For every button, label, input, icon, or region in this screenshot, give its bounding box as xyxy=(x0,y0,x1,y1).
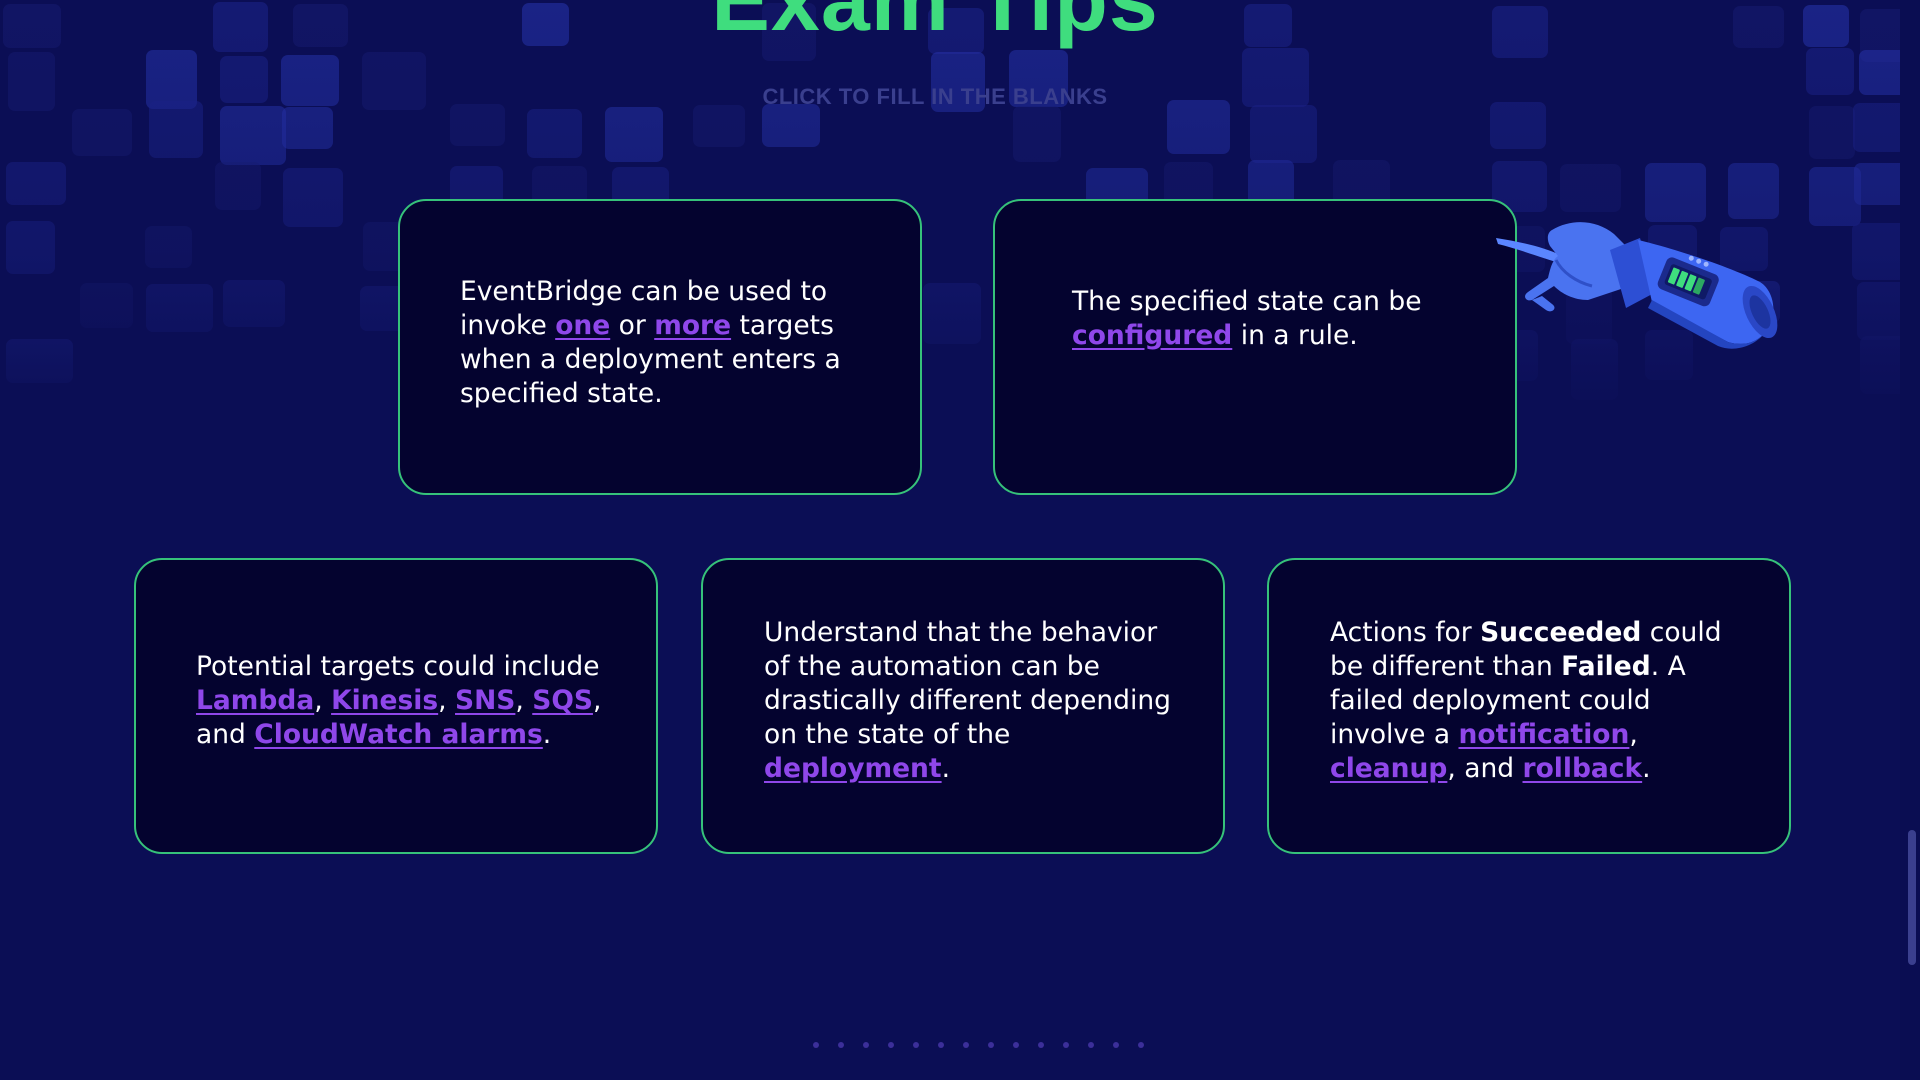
pagination-dot[interactable] xyxy=(888,1042,894,1048)
tip-card-eventbridge-targets[interactable]: EventBridge can be used to invoke one or… xyxy=(398,199,922,495)
pagination-dot[interactable] xyxy=(1113,1042,1119,1048)
background-tile xyxy=(1853,103,1906,152)
background-tile xyxy=(1560,164,1621,212)
pagination-dot[interactable] xyxy=(988,1042,994,1048)
background-tile xyxy=(215,162,261,210)
tip-text: Actions for xyxy=(1330,617,1481,648)
fill-blank-sns[interactable]: SNS xyxy=(455,685,515,716)
background-tile xyxy=(220,106,286,165)
background-tile xyxy=(450,104,505,146)
background-tile xyxy=(6,339,73,383)
background-tile xyxy=(146,284,213,332)
slide: Exam Tips CLICK TO FILL IN THE BLANKS Ev… xyxy=(0,0,1920,1080)
background-tile xyxy=(1645,163,1706,222)
background-tile xyxy=(1728,163,1779,219)
tip-text: , xyxy=(515,685,533,716)
tip-text: The specified state can be xyxy=(1072,286,1422,317)
pagination-dot[interactable] xyxy=(1063,1042,1069,1048)
tip-text-succeeded: Succeeded xyxy=(1480,617,1642,648)
tip-text: Potential targets could include xyxy=(196,651,600,682)
pagination-dot[interactable] xyxy=(813,1042,819,1048)
background-tile xyxy=(283,168,343,227)
tip-text: . xyxy=(941,753,951,784)
background-tile xyxy=(923,283,981,344)
background-tile xyxy=(1809,106,1855,159)
fill-blank-lambda[interactable]: Lambda xyxy=(196,685,314,716)
fill-blank-kinesis[interactable]: Kinesis xyxy=(331,685,438,716)
tip-card-text: Actions for Succeeded could be different… xyxy=(1330,616,1749,786)
fill-blank-cleanup[interactable]: cleanup xyxy=(1330,753,1447,784)
fill-blank-cloudwatch-alarms[interactable]: CloudWatch alarms xyxy=(254,719,543,750)
tip-text: , xyxy=(1629,719,1638,750)
background-tile xyxy=(762,104,820,147)
page-title: Exam Tips xyxy=(0,0,1870,44)
pagination-dot[interactable] xyxy=(938,1042,944,1048)
background-tile xyxy=(1250,105,1317,163)
pagination-dot[interactable] xyxy=(1038,1042,1044,1048)
fill-blank-configured[interactable]: configured xyxy=(1072,320,1232,351)
fill-blank-rollback[interactable]: rollback xyxy=(1523,753,1643,784)
pagination-dot[interactable] xyxy=(913,1042,919,1048)
page-subtitle: CLICK TO FILL IN THE BLANKS xyxy=(762,84,1108,109)
background-tile xyxy=(605,107,663,162)
background-tile xyxy=(145,226,192,268)
pagination-dot[interactable] xyxy=(1013,1042,1019,1048)
background-tile xyxy=(72,109,132,156)
tip-card-succeeded-failed[interactable]: Actions for Succeeded could be different… xyxy=(1267,558,1791,854)
pagination-dot[interactable] xyxy=(863,1042,869,1048)
pagination-dots xyxy=(813,1042,1144,1050)
background-tile xyxy=(282,107,333,149)
background-tile xyxy=(527,109,582,158)
background-tile xyxy=(6,162,66,205)
fill-blank-sqs[interactable]: SQS xyxy=(532,685,593,716)
fill-blank-notification[interactable]: notification xyxy=(1459,719,1630,750)
tip-card-text: Understand that the behavior of the auto… xyxy=(764,616,1183,786)
pagination-dot[interactable] xyxy=(963,1042,969,1048)
tip-text: , xyxy=(314,685,332,716)
tip-card-potential-targets[interactable]: Potential targets could include Lambda, … xyxy=(134,558,658,854)
scrollbar[interactable] xyxy=(1900,0,1920,1080)
fill-blank-one[interactable]: one xyxy=(555,310,610,341)
fill-blank-deployment[interactable]: deployment xyxy=(764,753,942,784)
fill-blank-more[interactable]: more xyxy=(654,310,731,341)
pagination-dot[interactable] xyxy=(1088,1042,1094,1048)
background-tile xyxy=(80,283,133,328)
tip-card-text: Potential targets could include Lambda, … xyxy=(196,650,616,752)
background-tile xyxy=(693,105,745,147)
tip-text: , and xyxy=(1447,753,1523,784)
robot-arm-pointing-icon xyxy=(1496,222,1778,349)
background-tile xyxy=(6,221,55,274)
tip-text: in a rule. xyxy=(1232,320,1358,351)
tip-card-automation-behavior[interactable]: Understand that the behavior of the auto… xyxy=(701,558,1225,854)
tip-card-text: The specified state can be configured in… xyxy=(1072,285,1452,353)
tip-card-text: EventBridge can be used to invoke one or… xyxy=(460,275,860,411)
scrollbar-thumb[interactable] xyxy=(1908,830,1916,965)
tip-text: , xyxy=(438,685,456,716)
pagination-dot[interactable] xyxy=(1138,1042,1144,1048)
tip-text: Understand that the behavior of the auto… xyxy=(764,617,1171,750)
background-tile xyxy=(223,280,285,327)
pagination-dot[interactable] xyxy=(838,1042,844,1048)
background-tile xyxy=(1013,106,1061,162)
tip-text-failed: Failed xyxy=(1561,651,1651,682)
tip-card-state-configured[interactable]: The specified state can be configured in… xyxy=(993,199,1517,495)
tip-text: or xyxy=(610,310,655,341)
tip-text: . xyxy=(1642,753,1651,784)
tip-text: . xyxy=(542,719,552,750)
